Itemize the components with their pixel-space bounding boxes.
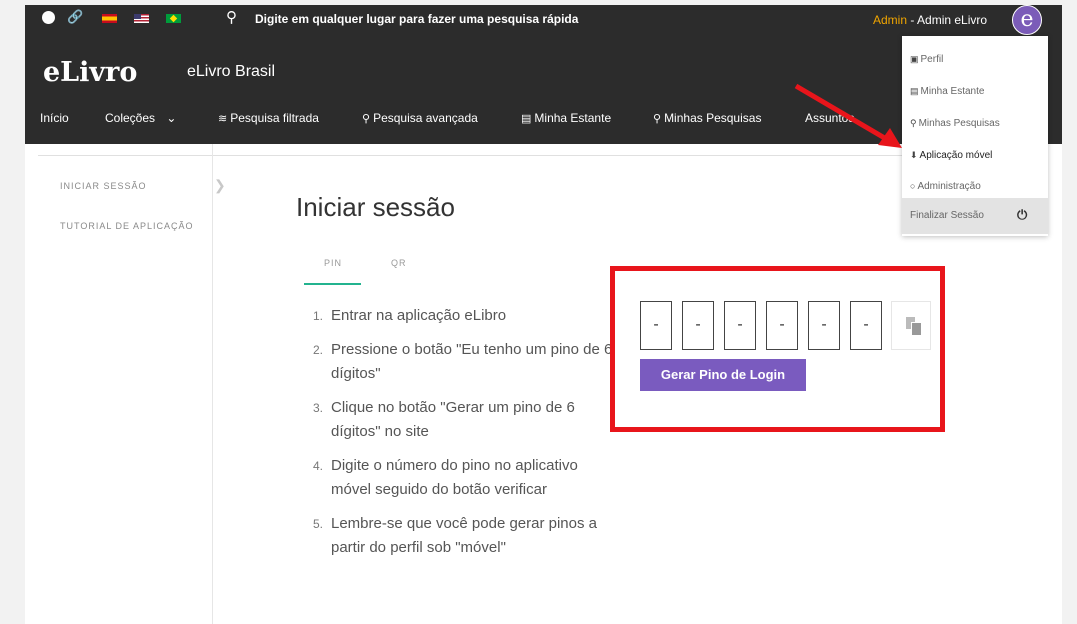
nav-item-label: Minha Estante [534, 111, 612, 125]
generate-pin-button[interactable]: Gerar Pino de Login [640, 359, 806, 391]
page-title: Iniciar sessão [296, 192, 455, 222]
usa-flag-icon[interactable] [134, 14, 149, 23]
step-number: 5. [313, 517, 324, 531]
menu-item-label: Minha Estante [920, 86, 985, 97]
list-item: 2. Pressione o botão "Eu tenho um pino de… [313, 338, 613, 386]
pin-digit-cell: - [850, 301, 882, 350]
spain-flag-icon[interactable] [102, 14, 117, 23]
nav-item-label: Pesquisa filtrada [230, 111, 319, 125]
tab-qr[interactable]: QR [391, 258, 407, 268]
admin-name: Admin eLivro [917, 13, 988, 27]
nav-item-label: Minhas Pesquisas [664, 111, 762, 125]
search-icon: ⚲ [653, 113, 662, 125]
shelf-icon: ▤ [521, 113, 532, 125]
step-text: Digite o número do pino no aplicativo mó… [331, 457, 578, 498]
profile-icon: ▣ [910, 54, 919, 64]
step-number: 4. [313, 459, 324, 473]
sidebar-item-iniciar-sessao[interactable]: INICIAR SESSÃO [60, 181, 147, 191]
link-icon[interactable]: 🔗 [67, 9, 83, 25]
chevron-right-icon: ❯ [214, 177, 226, 193]
step-number: 1. [313, 309, 324, 323]
menu-item-label: Administração [917, 181, 981, 192]
step-number: 3. [313, 401, 324, 415]
nav-item-label: Pesquisa avançada [373, 111, 478, 125]
logout-label: Finalizar Sessão [910, 210, 984, 221]
filter-icon: ≋ [218, 113, 228, 125]
settings-icon: ○ [910, 181, 916, 191]
annotation-arrow [794, 83, 902, 148]
menu-item-administracao[interactable]: ○ Administração [910, 181, 981, 192]
search-icon: ⚲ [362, 113, 371, 125]
menu-item-perfil[interactable]: ▣ Perfil [910, 54, 943, 65]
nav-item-minhas-pesquisas[interactable]: ⚲ Minhas Pesquisas [653, 111, 761, 125]
quick-search-input[interactable]: Digite em qualquer lugar para fazer uma … [255, 12, 578, 26]
list-item: 3. Clique no botão "Gerar um pino de 6 dí… [313, 396, 613, 444]
list-item: 5. Lembre-se que você pode gerar pinos a … [313, 512, 613, 560]
admin-role: Admin [873, 13, 908, 27]
menu-item-minha-estante[interactable]: ▤ Minha Estante [910, 86, 984, 97]
admin-separator: - [907, 13, 918, 27]
tab-pin[interactable]: PIN [324, 258, 342, 268]
download-icon: ⬇ [910, 150, 918, 160]
avatar[interactable]: e [1012, 5, 1042, 35]
instruction-list: 1. Entrar na aplicação eLibro 2. Pressione… [313, 304, 613, 570]
sidebar-item-tutorial[interactable]: TUTORIAL DE APLICAÇÃO [60, 221, 194, 231]
nav-item-pesquisa-filtrada[interactable]: ≋ Pesquisa filtrada [218, 111, 319, 125]
step-text: Entrar na aplicação eLibro [331, 307, 507, 324]
pin-digit-cell: - [766, 301, 798, 350]
sidebar: INICIAR SESSÃO TUTORIAL DE APLICAÇÃO [25, 144, 213, 624]
pin-digit-cell: - [640, 301, 672, 350]
active-tab-indicator [304, 283, 361, 285]
pin-digit-cell: - [682, 301, 714, 350]
nav-item-inicio[interactable]: Início [40, 111, 69, 125]
menu-item-label: Aplicação móvel [919, 150, 993, 161]
search-icon[interactable]: ⚲ [226, 8, 237, 26]
step-number: 2. [313, 343, 324, 357]
power-icon: ⏻ [1017, 207, 1028, 222]
search-icon: ⚲ [910, 118, 917, 128]
site-subtitle: eLivro Brasil [187, 63, 276, 80]
chevron-down-icon: ⌄ [166, 111, 177, 125]
step-text: Clique no botão "Gerar um pino de 6 dígi… [331, 399, 575, 440]
site-logo[interactable]: eLivro [43, 57, 137, 88]
nav-item-label: Coleções [105, 111, 156, 125]
nav-item-colecoes[interactable]: Coleções ⌄ [105, 111, 176, 125]
admin-menu-label[interactable]: Admin - Admin eLivro [873, 13, 987, 27]
nav-item-minha-estante[interactable]: ▤ Minha Estante [521, 111, 611, 125]
nav-item-pesquisa-avancada[interactable]: ⚲ Pesquisa avançada [362, 111, 478, 125]
user-dropdown-menu: ▣ Perfil ▤ Minha Estante ⚲ Minhas Pesquisas… [902, 36, 1048, 236]
shelf-icon: ▤ [910, 86, 919, 96]
step-text: Pressione o botão "Eu tenho um pino de 6… [331, 341, 613, 382]
pin-digit-cell: - [808, 301, 840, 350]
list-item: 4. Digite o número do pino no aplicativo … [313, 454, 613, 502]
utility-bar: 🔗 ⚲ Digite em qualquer lugar para fazer … [25, 5, 1062, 40]
menu-item-minhas-pesquisas[interactable]: ⚲ Minhas Pesquisas [910, 118, 1000, 129]
globe-icon[interactable] [42, 11, 55, 24]
menu-item-aplicacao-movel[interactable]: ⬇ Aplicação móvel [910, 150, 992, 161]
list-item: 1. Entrar na aplicação eLibro [313, 304, 613, 328]
menu-item-label: Perfil [920, 54, 944, 65]
brazil-flag-icon[interactable] [166, 14, 181, 23]
menu-item-label: Minhas Pesquisas [918, 118, 1000, 129]
copy-pin-button[interactable] [891, 301, 931, 350]
step-text: Lembre-se que você pode gerar pinos a pa… [331, 515, 598, 556]
pin-digit-cell: - [724, 301, 756, 350]
menu-item-logout[interactable]: Finalizar Sessão ⏻ [902, 198, 1048, 234]
